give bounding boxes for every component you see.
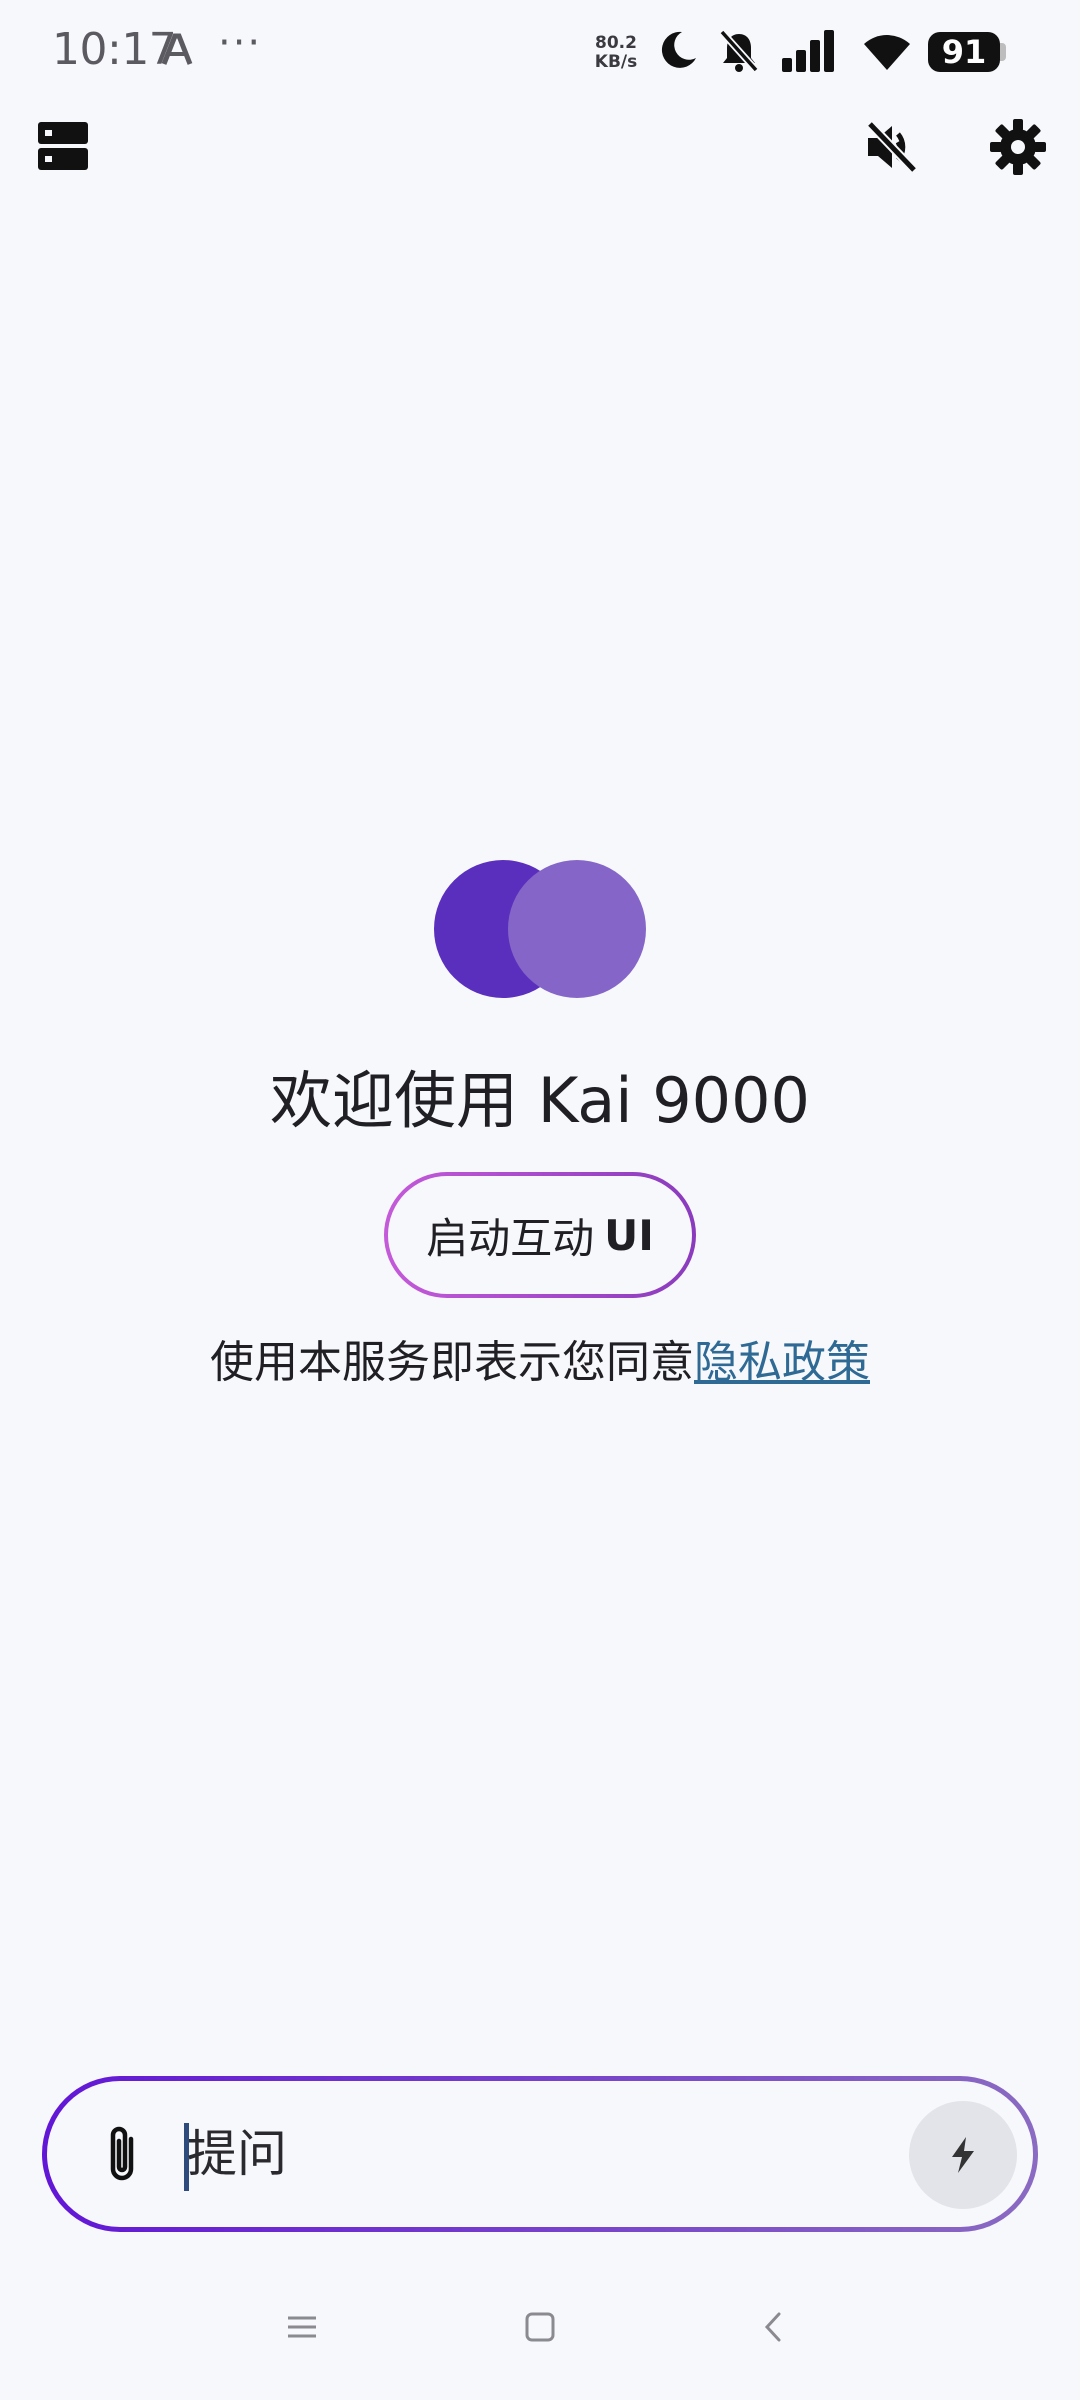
gear-icon bbox=[990, 119, 1046, 175]
network-speed: 80.2 KB/s bbox=[588, 34, 644, 72]
home-square-icon bbox=[525, 2312, 555, 2342]
server-list-icon bbox=[38, 122, 88, 170]
menu-lines-icon bbox=[288, 2316, 316, 2338]
auto-a-icon bbox=[161, 33, 193, 65]
moon-icon bbox=[661, 31, 696, 68]
privacy-policy-link[interactable]: 隐私政策 bbox=[694, 1337, 870, 1388]
bell-off-icon bbox=[719, 29, 759, 73]
start-button-label: 启动互动 bbox=[426, 1213, 595, 1263]
start-interactive-ui-button[interactable]: 启动互动 UI bbox=[384, 1172, 696, 1298]
app-logo bbox=[434, 860, 646, 1000]
nav-menu-button[interactable] bbox=[285, 2310, 319, 2348]
mute-button[interactable] bbox=[864, 118, 920, 180]
network-speed-unit: KB/s bbox=[594, 52, 638, 72]
network-speed-value: 80.2 bbox=[595, 33, 637, 53]
consent-text: 使用本服务即表示您同意 bbox=[210, 1337, 694, 1388]
send-button[interactable] bbox=[909, 2101, 1017, 2209]
privacy-consent: 使用本服务即表示您同意隐私政策 bbox=[0, 1326, 1080, 1390]
battery-indicator: 91 bbox=[928, 32, 1000, 72]
back-chevron-icon bbox=[764, 2312, 781, 2342]
start-button-ui-label: UI bbox=[604, 1210, 654, 1260]
welcome-title: 欢迎使用 Kai 9000 bbox=[270, 1064, 810, 1137]
server-menu-button[interactable] bbox=[38, 120, 88, 176]
wifi-icon bbox=[864, 35, 910, 70]
prompt-input[interactable] bbox=[187, 2111, 887, 2197]
nav-back-button[interactable] bbox=[757, 2310, 791, 2348]
prompt-bar bbox=[42, 2076, 1038, 2232]
settings-button[interactable] bbox=[990, 118, 1046, 180]
volume-off-icon bbox=[866, 120, 918, 174]
signal-icon bbox=[782, 30, 834, 72]
paperclip-icon bbox=[110, 2126, 134, 2181]
more-dots-icon: ··· bbox=[218, 20, 263, 66]
status-bar: 10:17 ··· 80.2 KB/s 91 bbox=[0, 0, 1080, 110]
attach-button[interactable] bbox=[97, 2123, 147, 2187]
logo-circle-right bbox=[508, 860, 646, 998]
nav-home-button[interactable] bbox=[523, 2310, 557, 2348]
lightning-icon bbox=[952, 2137, 974, 2173]
status-time: 10:17 bbox=[52, 24, 177, 75]
battery-tip bbox=[1000, 43, 1006, 61]
